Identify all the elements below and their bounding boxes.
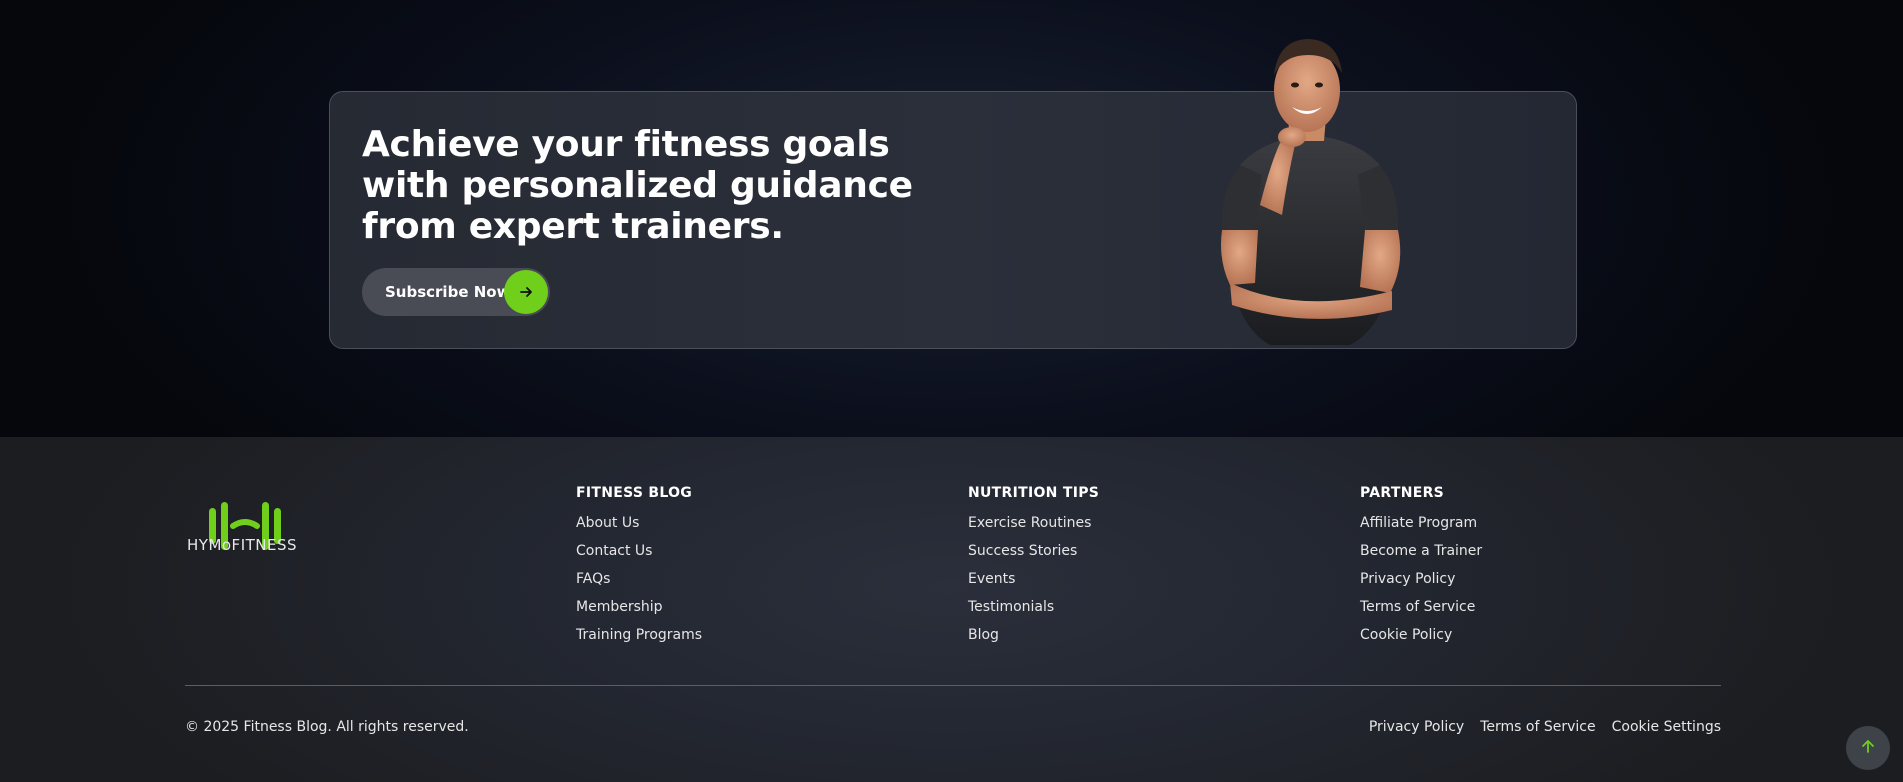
footer-link-affiliate-program[interactable]: Affiliate Program <box>1360 514 1482 542</box>
footer-link-about-us[interactable]: About Us <box>576 514 702 542</box>
footer-link-success-stories[interactable]: Success Stories <box>968 542 1099 570</box>
footer-column-heading: FITNESS BLOG <box>576 485 693 501</box>
arrow-up-icon <box>1860 738 1876 759</box>
cta-title: Achieve your fitness goals with personal… <box>362 124 913 247</box>
footer-link-events[interactable]: Events <box>968 570 1099 598</box>
subscribe-button[interactable]: Subscribe Now <box>362 268 550 316</box>
footer-link-cookie-policy[interactable]: Cookie Policy <box>1360 626 1482 654</box>
bottom-link-cookie-settings[interactable]: Cookie Settings <box>1612 719 1721 735</box>
logo-text: HYMoFITNESS <box>187 536 298 554</box>
footer-column-heading: PARTNERS <box>1360 485 1445 501</box>
scroll-to-top-button[interactable] <box>1846 726 1890 770</box>
footer-link-training-programs[interactable]: Training Programs <box>576 626 702 654</box>
footer-link-blog[interactable]: Blog <box>968 626 1099 654</box>
footer-link-privacy-policy[interactable]: Privacy Policy <box>1360 570 1482 598</box>
arrow-right-icon <box>504 270 548 314</box>
footer-divider <box>185 685 1721 686</box>
bottom-link-privacy-policy[interactable]: Privacy Policy <box>1369 719 1464 735</box>
footer-bottom-links: Privacy Policy Terms of Service Cookie S… <box>1369 719 1721 735</box>
footer-link-terms-of-service[interactable]: Terms of Service <box>1360 598 1482 626</box>
footer-column-fitness-blog: FITNESS BLOG About Us Contact Us FAQs Me… <box>576 485 702 654</box>
footer-link-testimonials[interactable]: Testimonials <box>968 598 1099 626</box>
trainer-image <box>1221 39 1401 345</box>
footer-column-nutrition-tips: NUTRITION TIPS Exercise Routines Success… <box>968 485 1099 654</box>
footer-link-faqs[interactable]: FAQs <box>576 570 702 598</box>
footer-link-contact-us[interactable]: Contact Us <box>576 542 702 570</box>
bottom-link-terms-of-service[interactable]: Terms of Service <box>1480 719 1595 735</box>
footer-column-partners: PARTNERS Affiliate Program Become a Trai… <box>1360 485 1482 654</box>
footer-column-heading: NUTRITION TIPS <box>968 485 1100 501</box>
footer-link-exercise-routines[interactable]: Exercise Routines <box>968 514 1099 542</box>
subscribe-button-label: Subscribe Now <box>385 283 511 301</box>
copyright-text: © 2025 Fitness Blog. All rights reserved… <box>185 719 469 735</box>
footer-link-become-a-trainer[interactable]: Become a Trainer <box>1360 542 1482 570</box>
footer-link-membership[interactable]: Membership <box>576 598 702 626</box>
